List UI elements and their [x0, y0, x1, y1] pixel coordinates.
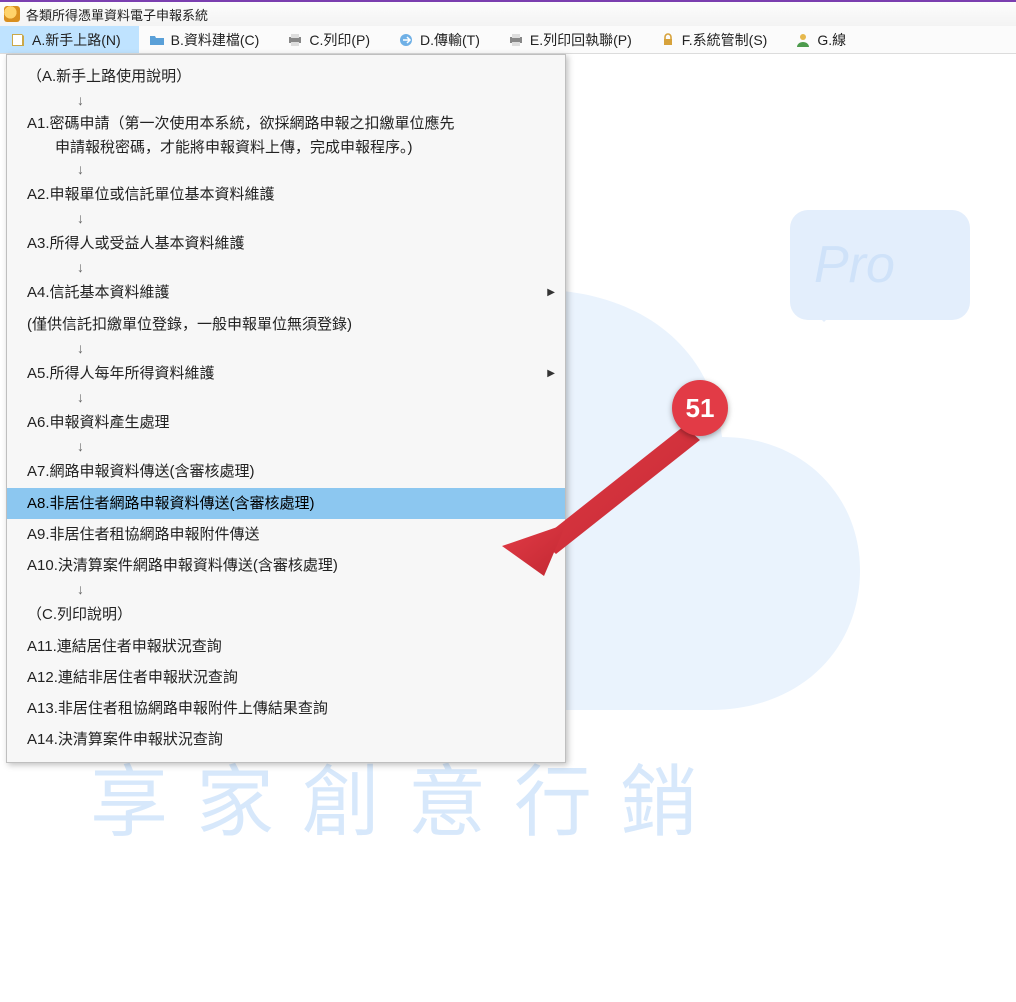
annotation-badge: 51: [672, 380, 728, 436]
folder-icon: [149, 32, 165, 48]
menu-label: G.線: [817, 30, 846, 50]
flow-arrow-icon: ↓: [7, 389, 565, 407]
window-title: 各類所得憑單資料電子申報系統: [26, 5, 208, 24]
dropdown-item[interactable]: A7.網路申報資料傳送(含審核處理): [7, 456, 565, 487]
printer-icon: [508, 32, 524, 48]
menu-label: A.新手上路(N): [32, 30, 121, 50]
dropdown-item[interactable]: A13.非居住者租協網路申報附件上傳結果查詢: [7, 693, 565, 724]
dropdown-item-label: （A.新手上路使用說明）: [27, 65, 191, 88]
transfer-icon: [398, 32, 414, 48]
dropdown-item-label: A12.連結非居住者申報狀況查詢: [27, 666, 238, 689]
dropdown-item-label: A14.決清算案件申報狀況查詢: [27, 728, 223, 751]
menu-label: F.系統管制(S): [682, 30, 768, 50]
user-icon: [795, 32, 811, 48]
dropdown-item[interactable]: A12.連結非居住者申報狀況查詢: [7, 662, 565, 693]
dropdown-item[interactable]: （A.新手上路使用說明）: [7, 61, 565, 92]
dropdown-item[interactable]: A10.決清算案件網路申報資料傳送(含審核處理): [7, 550, 565, 581]
dropdown-item-label: A5.所得人每年所得資料維護: [27, 362, 215, 385]
dropdown-item-label: (僅供信託扣繳單位登錄，一般申報單位無須登錄): [27, 313, 352, 336]
dropdown-item[interactable]: A3.所得人或受益人基本資料維護: [7, 228, 565, 259]
menu-f-system[interactable]: F.系統管制(S): [650, 26, 786, 53]
flow-arrow-icon: ↓: [7, 581, 565, 599]
menu-b-data[interactable]: B.資料建檔(C): [139, 26, 278, 53]
dropdown-item-label: A1.密碼申請（第一次使用本系統，欲採網路申報之扣繳單位應先: [27, 115, 455, 132]
flow-arrow-icon: ↓: [7, 161, 565, 179]
dropdown-item[interactable]: A4.信託基本資料維護: [7, 277, 565, 308]
dropdown-item-label: A8.非居住者網路申報資料傳送(含審核處理): [27, 492, 315, 515]
flow-arrow-icon: ↓: [7, 259, 565, 277]
dropdown-item-label: A13.非居住者租協網路申報附件上傳結果查詢: [27, 697, 328, 720]
dropdown-item-label: A11.連結居住者申報狀況查詢: [27, 635, 222, 658]
printer-icon: [287, 32, 303, 48]
dropdown-item[interactable]: A5.所得人每年所得資料維護: [7, 358, 565, 389]
menu-c-print[interactable]: C.列印(P): [277, 26, 388, 53]
dropdown-item-label: A9.非居住者租協網路申報附件傳送: [27, 523, 260, 546]
dropdown-item-selected[interactable]: A8.非居住者網路申報資料傳送(含審核處理): [7, 488, 565, 519]
dropdown-item-label: A4.信託基本資料維護: [27, 281, 170, 304]
dropdown-item[interactable]: A2.申報單位或信託單位基本資料維護: [7, 179, 565, 210]
flow-arrow-icon: ↓: [7, 210, 565, 228]
dropdown-item[interactable]: A9.非居住者租協網路申報附件傳送: [7, 519, 565, 550]
lock-icon: [660, 32, 676, 48]
menu-g-online[interactable]: G.線: [785, 26, 864, 53]
menu-label: C.列印(P): [309, 30, 370, 50]
dropdown-item-label: A7.網路申報資料傳送(含審核處理): [27, 460, 255, 483]
dropdown-item-label: A6.申報資料產生處理: [27, 411, 170, 434]
annotation-number: 51: [686, 393, 715, 424]
menu-e-receipt[interactable]: E.列印回執聯(P): [498, 26, 650, 53]
dropdown-item-label: A3.所得人或受益人基本資料維護: [27, 232, 245, 255]
menu-a-dropdown: （A.新手上路使用說明）↓A1.密碼申請（第一次使用本系統，欲採網路申報之扣繳單…: [6, 54, 566, 763]
dropdown-item[interactable]: A1.密碼申請（第一次使用本系統，欲採網路申報之扣繳單位應先申請報稅密碼，才能將…: [7, 110, 565, 161]
dropdown-item[interactable]: A11.連結居住者申報狀況查詢: [7, 631, 565, 662]
app-icon: [4, 6, 20, 22]
menu-d-transfer[interactable]: D.傳輸(T): [388, 26, 498, 53]
flow-arrow-icon: ↓: [7, 340, 565, 358]
pro-bubble: Pro: [790, 210, 970, 320]
menu-label: E.列印回執聯(P): [530, 30, 632, 50]
dropdown-item-label: A10.決清算案件網路申報資料傳送(含審核處理): [27, 554, 338, 577]
flow-arrow-icon: ↓: [7, 92, 565, 110]
menubar: A.新手上路(N) B.資料建檔(C) C.列印(P) D.傳輸(T) E.列印…: [0, 26, 1016, 54]
menu-a-newbie[interactable]: A.新手上路(N): [0, 26, 139, 53]
window-titlebar: 各類所得憑單資料電子申報系統: [0, 0, 1016, 26]
dropdown-item[interactable]: (僅供信託扣繳單位登錄，一般申報單位無須登錄): [7, 309, 565, 340]
dropdown-item-label: A2.申報單位或信託單位基本資料維護: [27, 183, 275, 206]
dropdown-item-label: 申請報稅密碼，才能將申報資料上傳，完成申報程序。): [27, 136, 545, 159]
dropdown-item[interactable]: A14.決清算案件申報狀況查詢: [7, 724, 565, 755]
dropdown-item-label: （C.列印說明）: [27, 603, 132, 626]
flow-arrow-icon: ↓: [7, 438, 565, 456]
menu-label: D.傳輸(T): [420, 30, 480, 50]
dropdown-item[interactable]: （C.列印說明）: [7, 599, 565, 630]
pro-text: Pro: [790, 210, 970, 320]
menu-label: B.資料建檔(C): [171, 30, 260, 50]
book-icon: [10, 32, 26, 48]
dropdown-item[interactable]: A6.申報資料產生處理: [7, 407, 565, 438]
